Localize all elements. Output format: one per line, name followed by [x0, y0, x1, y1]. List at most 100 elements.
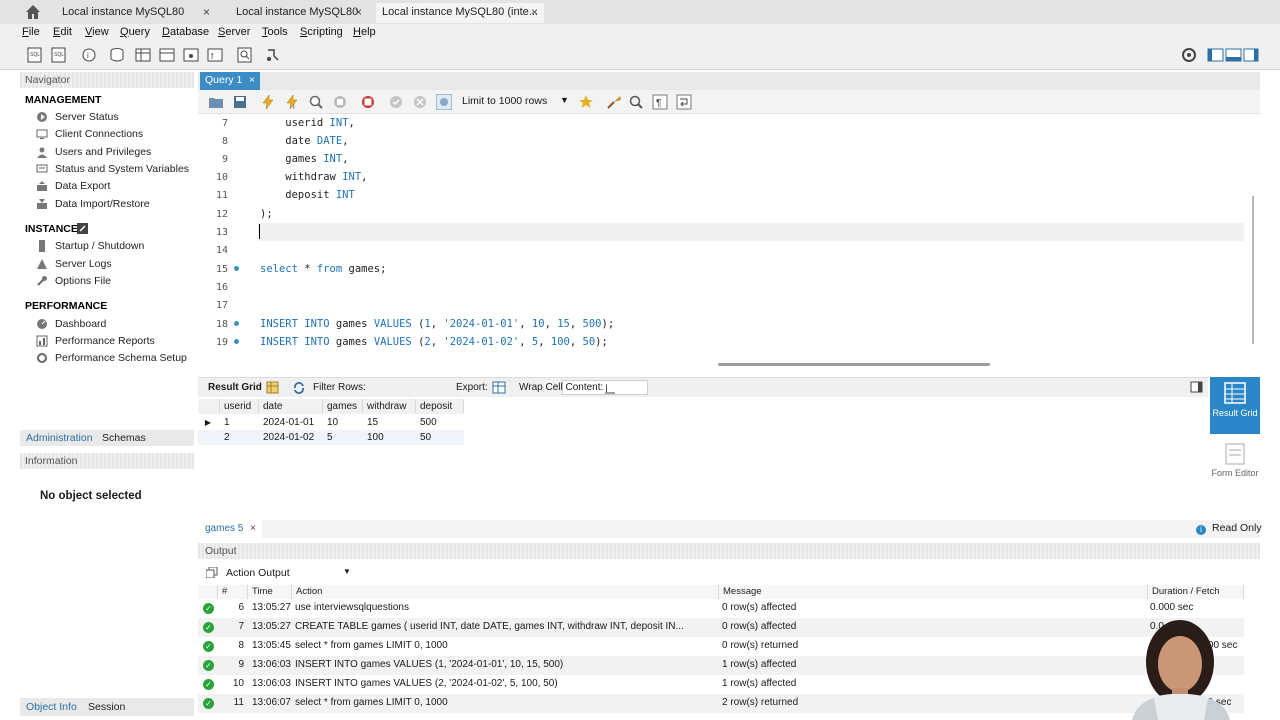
stop-icon[interactable] — [332, 94, 348, 110]
commit-icon[interactable] — [388, 94, 404, 110]
home-icon[interactable] — [24, 3, 42, 21]
reconnect-icon[interactable] — [264, 46, 282, 64]
refresh-icon[interactable] — [292, 381, 306, 395]
menu-server[interactable]: Server — [218, 26, 250, 38]
tab-games-5[interactable]: games 5 × — [198, 520, 262, 538]
column-header: Message — [719, 585, 1148, 599]
close-icon[interactable]: × — [203, 3, 210, 21]
grid-icon[interactable] — [266, 381, 279, 394]
close-icon[interactable]: × — [531, 3, 538, 21]
create-table-icon[interactable] — [134, 46, 152, 64]
rollback-icon[interactable] — [412, 94, 428, 110]
result-grid-button[interactable]: Result Grid — [1210, 377, 1260, 434]
beautify-brush-icon[interactable] — [606, 94, 622, 110]
table-cell[interactable]: 50 — [416, 430, 431, 445]
table-cell[interactable]: 10 — [323, 415, 338, 430]
table-cell[interactable]: 100 — [363, 430, 384, 445]
new-sql-tab-icon[interactable]: SQL — [26, 46, 44, 64]
column-header[interactable]: withdraw — [363, 399, 416, 414]
output-row[interactable]: ✓ 10 13:06:03 INSERT INTO games VALUES (… — [198, 675, 1244, 694]
table-cell[interactable]: 15 — [363, 415, 378, 430]
wrap-cell-icon[interactable]: Ⅰ — [604, 381, 616, 394]
inspector-icon[interactable]: i — [80, 46, 98, 64]
column-header[interactable]: date — [259, 399, 323, 414]
menu-file[interactable]: File — [22, 26, 40, 38]
editor-vertical-scrollbar[interactable] — [1252, 196, 1254, 344]
chevron-down-icon[interactable]: ▼ — [560, 95, 569, 105]
menu-database[interactable]: Database — [162, 26, 209, 38]
menu-scripting[interactable]: Scripting — [300, 26, 343, 38]
code-line: deposit INT — [260, 189, 355, 201]
table-cell[interactable]: 1 — [220, 415, 230, 430]
editor-horizontal-scrollbar[interactable] — [718, 363, 990, 366]
close-icon[interactable]: × — [355, 3, 362, 21]
find-icon[interactable] — [628, 94, 644, 110]
success-check-icon: ✓ — [203, 679, 214, 690]
wrap-lines-icon[interactable] — [676, 94, 692, 110]
window-tab-local[interactable]: Local instance MySQL80 × — [230, 3, 368, 23]
execute-current-icon[interactable]: I — [284, 94, 300, 110]
create-view-icon[interactable] — [158, 46, 176, 64]
column-header[interactable]: games — [323, 399, 363, 414]
code-token: userid — [260, 117, 330, 129]
close-icon[interactable]: × — [249, 72, 255, 89]
stop-on-error-icon[interactable] — [360, 94, 376, 110]
output-type-select[interactable]: Action Output ▼ — [200, 563, 354, 581]
sql-editor[interactable]: 7 userid INT, 8 date DATE, 9 games INT, … — [198, 114, 1254, 366]
window-tab-interview[interactable]: Local instance MySQL80 (inte... × — [376, 3, 544, 23]
output-message: 1 row(s) affected — [722, 678, 797, 689]
create-function-icon[interactable]: f — [206, 46, 224, 64]
create-procedure-icon[interactable] — [182, 46, 200, 64]
tab-schemas[interactable]: Schemas — [102, 432, 146, 444]
tab-administration[interactable]: Administration — [26, 432, 93, 444]
create-schema-icon[interactable] — [108, 46, 126, 64]
code-line: withdraw INT, — [260, 171, 367, 183]
close-icon[interactable]: × — [250, 520, 256, 537]
search-table-data-icon[interactable] — [236, 46, 254, 64]
explain-icon[interactable] — [308, 94, 324, 110]
tab-object-info[interactable]: Object Info — [26, 701, 77, 713]
menu-bar: File Edit View Query Database Server Too… — [0, 24, 1280, 42]
line-number: 15 — [215, 264, 228, 275]
output-action: select * from games LIMIT 0, 1000 — [295, 640, 448, 651]
menu-view[interactable]: View — [85, 26, 109, 38]
column-header[interactable]: userid — [220, 399, 259, 414]
save-icon[interactable] — [232, 94, 248, 110]
code-number: 10 — [531, 318, 545, 330]
column-header[interactable]: deposit — [416, 399, 464, 414]
autocommit-icon[interactable] — [436, 94, 452, 110]
export-icon[interactable] — [492, 381, 506, 394]
output-row[interactable]: ✓ 8 13:05:45 select * from games LIMIT 0… — [198, 637, 1244, 656]
open-sql-script-icon[interactable]: SQL — [50, 46, 68, 64]
menu-tools[interactable]: Tools — [262, 26, 288, 38]
layout-toggle-icon[interactable] — [1207, 46, 1259, 64]
table-row[interactable]: ▶ 1 2024-01-01 10 15 500 — [198, 415, 464, 430]
menu-edit[interactable]: Edit — [53, 26, 72, 38]
limit-rows-select[interactable]: Limit to 1000 rows — [462, 95, 547, 107]
form-editor-button[interactable]: Form Editor — [1210, 441, 1260, 491]
add-snippet-star-icon[interactable] — [578, 94, 594, 110]
tab-query-1[interactable]: Query 1 × — [200, 72, 260, 90]
tab-session[interactable]: Session — [88, 701, 125, 713]
table-cell[interactable]: 2 — [220, 430, 230, 445]
nav-label: Server Status — [55, 111, 119, 123]
code-line: userid INT, — [260, 117, 355, 129]
table-cell[interactable]: 2024-01-02 — [259, 430, 314, 445]
toggle-panel-icon[interactable] — [1190, 381, 1203, 393]
menu-help[interactable]: Help — [353, 26, 376, 38]
output-row[interactable]: ✓ 7 13:05:27 CREATE TABLE games ( userid… — [198, 618, 1244, 637]
open-file-icon[interactable] — [208, 94, 224, 110]
preferences-gear-icon[interactable] — [1180, 46, 1198, 64]
output-row[interactable]: ✓ 9 13:06:03 INSERT INTO games VALUES (1… — [198, 656, 1244, 675]
table-cell[interactable]: 2024-01-01 — [259, 415, 314, 430]
output-row[interactable]: ✓ 11 13:06:07 select * from games LIMIT … — [198, 694, 1244, 713]
menu-query[interactable]: Query — [120, 26, 150, 38]
table-row[interactable]: 2 2024-01-02 5 100 50 — [198, 430, 464, 445]
table-cell[interactable]: 5 — [323, 430, 333, 445]
user-icon — [37, 147, 47, 158]
execute-icon[interactable] — [260, 94, 276, 110]
window-tab-sunitadb[interactable]: Local instance MySQL80 (sunitadb) × — [56, 3, 216, 36]
invisible-chars-icon[interactable]: ¶ — [652, 94, 668, 110]
output-row[interactable]: ✓ 6 13:05:27 use interviewsqlquestions 0… — [198, 599, 1244, 618]
table-cell[interactable]: 500 — [416, 415, 437, 430]
